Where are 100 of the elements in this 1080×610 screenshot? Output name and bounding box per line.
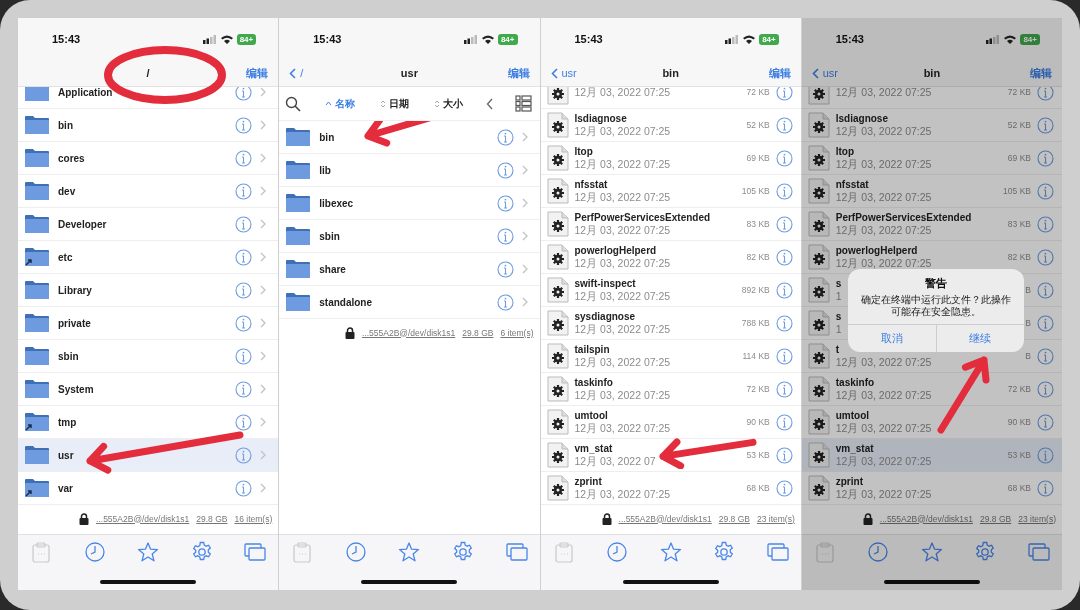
file-name: umtool — [574, 410, 609, 422]
file-size: B — [1025, 318, 1031, 328]
file-size: 82 KB — [1007, 252, 1031, 262]
file-date: 12月 03, 2022 07:25 — [835, 124, 932, 137]
file-name: powerlogHelperd — [835, 245, 919, 257]
item-count: 23 item(s) — [756, 513, 795, 524]
disk-size: 29.8 GB — [718, 513, 750, 524]
file-date: 12月 03, 2022 07:25 — [574, 322, 671, 335]
file-name: lsdiagnose — [574, 113, 628, 125]
file-name: umtool — [835, 410, 871, 422]
file-name: tailspin — [574, 344, 611, 356]
folder-name: bin — [319, 131, 335, 143]
disk-size: 29.8 GB — [980, 513, 1012, 524]
file-name: vm_stat — [574, 443, 614, 455]
folder-name: etc — [58, 251, 73, 263]
folder-name: standalone — [319, 296, 373, 308]
file-name: sysdiagnose — [574, 311, 637, 323]
battery-level: 84+ — [497, 33, 518, 45]
file-name: nfsstat — [835, 179, 870, 191]
folder-name: var — [58, 482, 73, 494]
file-date: 12月 03, 2022 07:25 — [835, 454, 932, 467]
folder-name: tmp — [58, 416, 77, 428]
file-size: 82 KB — [746, 252, 770, 262]
file-size: 892 KB — [741, 285, 770, 295]
file-size: 105 KB — [1003, 186, 1031, 196]
file-date: 1 — [835, 289, 842, 302]
item-count: 23 item(s) — [1018, 513, 1056, 524]
folder-name: share — [319, 263, 346, 275]
file-date: 12月 03, 2022 07:25 — [835, 388, 932, 401]
folder-name: private — [58, 317, 91, 329]
file-date: 12月 03, 2022 07:25 — [574, 355, 671, 368]
file-date: 12月 03, 2022 07:25 — [835, 487, 932, 500]
file-name: powerlogHelperd — [574, 245, 658, 257]
disk-size: 29.8 GB — [462, 327, 494, 338]
file-name: swift-inspect — [574, 278, 637, 290]
file-date: 12月 03, 2022 07:25 — [574, 289, 671, 302]
file-name: PerfPowerServicesExtended — [835, 212, 972, 224]
file-date: 12月 03, 2022 07:25 — [574, 421, 671, 434]
file-size: 68 KB — [746, 483, 770, 493]
file-size: 72 KB — [746, 87, 770, 97]
dialog-message: 确定在终端中运行此文件？此操作可能存在安全隐患。 — [859, 293, 1012, 319]
file-name: s — [835, 311, 842, 323]
file-date: 12月 03, 2022 07:25 — [835, 190, 932, 203]
file-date: 12月 03, 2022 07:25 — [574, 87, 671, 99]
folder-name: libexec — [319, 197, 354, 209]
file-name: lsdiagnose — [835, 113, 889, 125]
file-size: 69 KB — [746, 153, 770, 163]
file-size: 72 KB — [1007, 384, 1031, 394]
file-size: 68 KB — [1007, 483, 1031, 493]
screen-title: usr — [400, 67, 418, 79]
file-size: 72 KB — [1007, 87, 1031, 97]
file-size: 52 KB — [746, 120, 770, 130]
disk-size: 29.8 GB — [196, 513, 228, 524]
file-date: 12月 03, 2022 07 — [574, 454, 656, 467]
screen-title: bin — [923, 67, 941, 79]
battery-level: 84+ — [1020, 33, 1040, 45]
file-date: 12月 03, 2022 07:25 — [574, 256, 671, 269]
file-size: 53 KB — [746, 450, 770, 460]
file-date: 12月 03, 2022 07:25 — [835, 421, 932, 434]
status-time: 15:43 — [574, 33, 603, 45]
folder-name: Library — [58, 284, 92, 296]
file-name: taskinfo — [835, 377, 876, 389]
status-time: 15:43 — [835, 33, 864, 45]
folder-name: dev — [58, 185, 76, 197]
folder-name: Developer — [58, 218, 107, 230]
file-date: 12月 03, 2022 07:25 — [835, 256, 932, 269]
file-name: vm_stat — [835, 443, 875, 455]
battery-level: 84+ — [236, 33, 257, 45]
file-date: 12月 03, 2022 07:25 — [835, 157, 932, 170]
file-date: 12月 03, 2022 07:25 — [835, 355, 932, 368]
file-name: zprint — [574, 476, 603, 488]
file-name: PerfPowerServicesExtended — [574, 212, 711, 224]
file-name: ltop — [574, 146, 594, 158]
folder-name: usr — [58, 449, 74, 461]
file-date: 12月 03, 2022 07:25 — [574, 487, 671, 500]
file-size: B — [1025, 351, 1031, 361]
file-size: 90 KB — [746, 417, 770, 427]
file-size: 53 KB — [1007, 450, 1031, 460]
folder-name: sbin — [58, 350, 79, 362]
dialog-title: 警告 — [924, 276, 947, 291]
file-name: taskinfo — [574, 377, 614, 389]
folder-name: bin — [58, 119, 73, 131]
file-size: 114 KB — [742, 351, 770, 361]
file-date: 12月 03, 2022 07:25 — [574, 388, 671, 401]
file-size: 52 KB — [1007, 120, 1031, 130]
folder-name: sbin — [319, 230, 340, 242]
file-size: 90 KB — [1007, 417, 1031, 427]
folder-name: lib — [319, 164, 331, 176]
item-count: 6 item(s) — [500, 327, 534, 338]
file-size: 105 KB — [741, 186, 770, 196]
file-name: zprint — [835, 476, 864, 488]
screen-title: / — [146, 67, 150, 79]
file-size: B — [1025, 285, 1031, 295]
file-size: 788 KB — [741, 318, 770, 328]
file-size: 83 KB — [1007, 219, 1031, 229]
file-name: nfsstat — [574, 179, 609, 191]
item-count: 16 item(s) — [234, 513, 273, 524]
file-date: 12月 03, 2022 07:25 — [835, 87, 932, 99]
file-size: 72 KB — [746, 384, 770, 394]
file-date: 12月 03, 2022 07:25 — [574, 190, 671, 203]
